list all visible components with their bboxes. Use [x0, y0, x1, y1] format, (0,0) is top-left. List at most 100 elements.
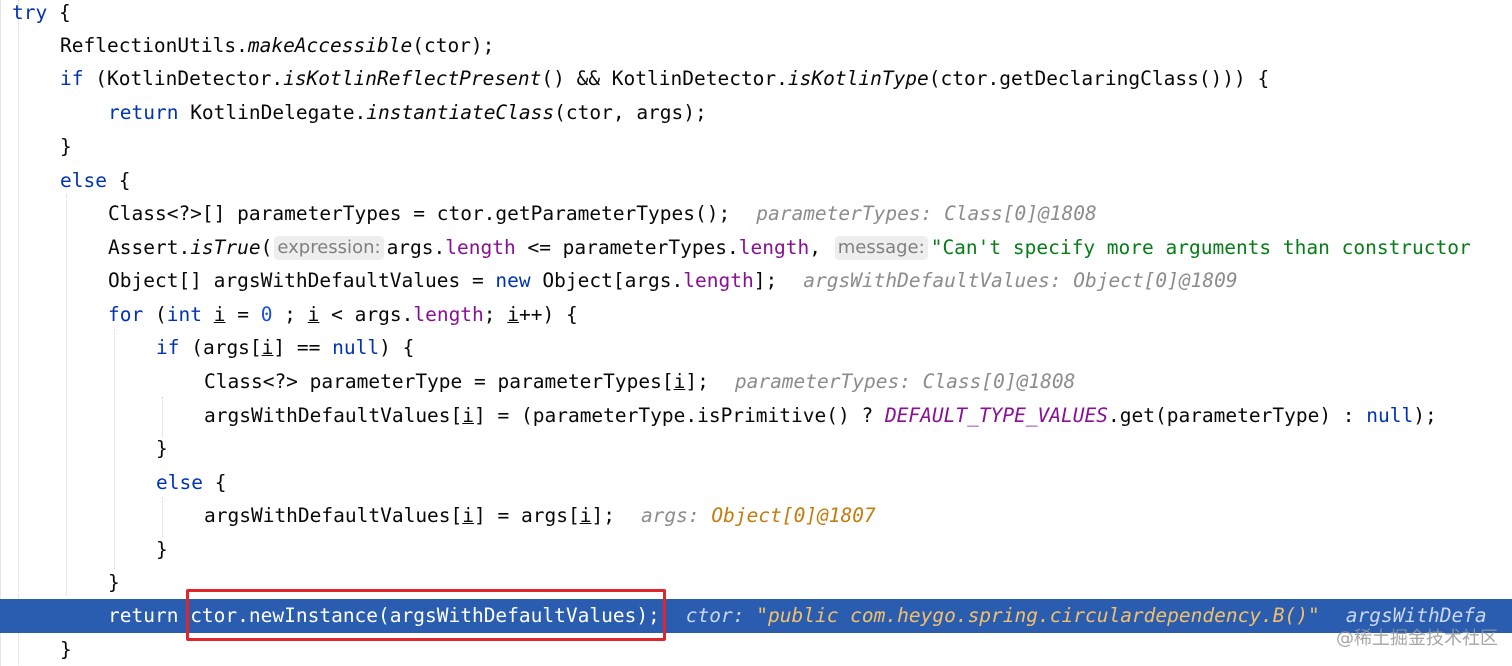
inline-value-name: ctor: — [685, 604, 757, 627]
code-line[interactable]: Object[] argsWithDefaultValues = new Obj… — [108, 264, 1238, 298]
code-text: { — [202, 471, 227, 494]
code-text: (ctor.getDeclaringClass())) { — [928, 67, 1270, 90]
code-text: (ctor, args); — [554, 101, 707, 124]
code-text: ) { — [379, 336, 415, 359]
code-line[interactable]: Class<?> parameterType = parameterTypes[… — [204, 365, 1075, 399]
code-line[interactable]: else { — [60, 164, 130, 198]
code-text: Object[args. — [530, 269, 684, 292]
field-name: length — [683, 269, 754, 292]
code-text: (args[ — [179, 336, 262, 359]
keyword: if — [156, 336, 180, 359]
inline-value-name: args: — [640, 504, 712, 527]
indent-guide — [66, 195, 67, 595]
code-text: ] = args[ — [474, 504, 580, 527]
code-text: .get(parameterType) : — [1108, 404, 1367, 427]
keyword: int — [166, 303, 202, 326]
keyword: return — [108, 101, 179, 124]
number-literal: 0 — [260, 303, 273, 326]
code-text: ] == — [273, 336, 333, 359]
watermark: @稀土掘金技术社区 — [1336, 628, 1498, 649]
keyword: try — [12, 1, 48, 24]
code-text: } — [60, 135, 72, 158]
code-text: argsWithDefaultValues[ — [204, 504, 463, 527]
code-text: Assert. — [108, 236, 191, 259]
code-line[interactable]: if (args[i] == null) { — [156, 331, 414, 365]
variable-name: i — [213, 303, 226, 326]
code-text: { — [106, 169, 131, 192]
variable-name: i — [261, 336, 274, 359]
indent-guide — [162, 397, 163, 437]
code-text: argsWithDefaultValues[ — [204, 404, 463, 427]
keyword: null — [332, 336, 380, 359]
debugger-inline-value: args: Object[0]@1807 — [641, 504, 876, 527]
code-line[interactable]: return KotlinDelegate.instantiateClass(c… — [108, 96, 707, 130]
method-name: isKotlinType — [787, 67, 929, 90]
code-text: ++) { — [519, 303, 578, 326]
debugger-inline-value: ctor: "public com.heygo.spring.circulard… — [686, 604, 1320, 627]
debugger-inline-value: parameterTypes: Class[0]@1808 — [734, 370, 1076, 393]
highlight-annotation-box — [186, 589, 666, 641]
code-line[interactable]: if (KotlinDetector.isKotlinReflectPresen… — [60, 62, 1269, 96]
code-line[interactable]: try { — [12, 0, 71, 30]
indent-guide — [18, 0, 19, 666]
variable-name: i — [579, 504, 592, 527]
variable-name: i — [307, 303, 320, 326]
code-text: ReflectionUtils. — [60, 34, 248, 57]
method-name: makeAccessible — [247, 34, 413, 57]
field-name: length — [413, 303, 484, 326]
code-line[interactable]: argsWithDefaultValues[i] = (parameterTyp… — [204, 399, 1437, 433]
code-line[interactable]: } — [156, 432, 168, 466]
code-text: , — [809, 236, 821, 259]
variable-name: i — [462, 504, 475, 527]
keyword: else — [156, 471, 203, 494]
keyword: else — [60, 169, 107, 192]
code-text: < args. — [319, 303, 414, 326]
keyword: if — [60, 67, 84, 90]
code-text: = — [225, 303, 261, 326]
code-text: ; — [483, 303, 508, 326]
code-text: <= parameterTypes. — [515, 236, 739, 259]
code-text: ( — [260, 236, 273, 259]
code-text: } — [108, 571, 120, 594]
code-text: ( — [143, 303, 167, 326]
method-name: isKotlinReflectPresent — [283, 67, 542, 90]
code-line[interactable]: } — [60, 130, 72, 164]
code-line[interactable]: Assert.isTrue(expression: args.length <= … — [108, 231, 1471, 265]
parameter-hint: message: — [834, 236, 928, 260]
code-line[interactable]: for (int i = 0 ; i < args.length; i++) { — [108, 298, 578, 332]
code-text: Object[] argsWithDefaultValues = — [108, 269, 496, 292]
code-text: () && KotlinDetector. — [541, 67, 788, 90]
code-text: ]; — [685, 370, 709, 393]
code-text: (ctor); — [412, 34, 495, 57]
inline-value-ref: Object[0]@1807 — [711, 504, 876, 527]
inline-value-string: "public com.heygo.spring.circulardepende… — [756, 604, 1320, 627]
code-text: ]; — [753, 269, 778, 292]
field-name: length — [445, 236, 516, 259]
code-editor[interactable]: try { ReflectionUtils.makeAccessible(cto… — [0, 0, 1512, 666]
keyword: return — [108, 604, 179, 627]
code-text: (KotlinDetector. — [83, 67, 284, 90]
variable-name: i — [673, 370, 686, 393]
code-text: Class<?> parameterType = parameterTypes[ — [204, 370, 674, 393]
field-name: length — [738, 236, 810, 259]
code-text: ]; — [591, 504, 615, 527]
code-text: Class<?>[] parameterTypes = ctor.getPara… — [108, 202, 731, 225]
code-line[interactable]: Class<?>[] parameterTypes = ctor.getPara… — [108, 197, 1097, 231]
code-line[interactable]: } — [108, 566, 120, 600]
indent-guide — [162, 497, 163, 537]
variable-name: i — [507, 303, 520, 326]
code-text: { — [47, 1, 71, 24]
keyword: null — [1366, 404, 1414, 427]
code-line[interactable]: } — [60, 633, 72, 666]
debugger-inline-value: parameterTypes: Class[0]@1808 — [756, 202, 1097, 225]
code-text: } — [156, 437, 168, 460]
code-line[interactable]: else { — [156, 466, 226, 500]
code-line[interactable]: } — [156, 533, 168, 567]
code-text: } — [60, 638, 72, 661]
code-line[interactable]: argsWithDefaultValues[i] = args[i]; args:… — [204, 499, 876, 533]
method-name: instantiateClass — [366, 101, 555, 124]
code-text: KotlinDelegate. — [178, 101, 367, 124]
keyword: new — [495, 269, 531, 292]
code-line[interactable]: ReflectionUtils.makeAccessible(ctor); — [60, 29, 494, 63]
code-text: ] = (parameterType.isPrimitive() ? — [474, 404, 885, 427]
